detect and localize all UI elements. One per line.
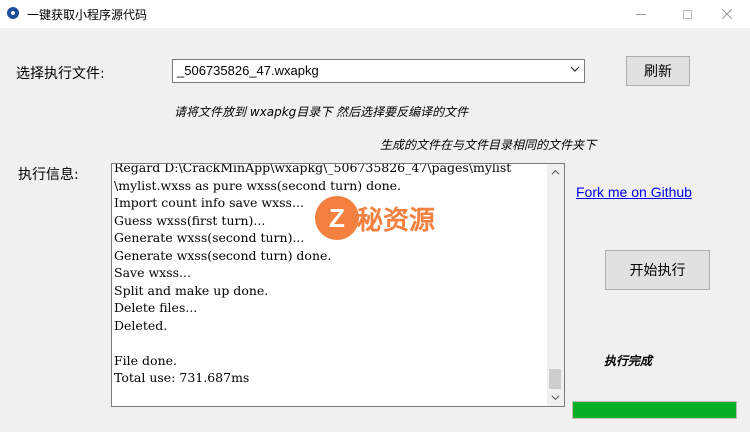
minimize-icon: [636, 13, 646, 15]
app-icon: [7, 7, 19, 19]
hint-instructions: 请将文件放到 wxapkg目录下 然后选择要反编译的文件: [174, 105, 469, 119]
log-scrollbar[interactable]: [547, 164, 564, 406]
minimize-button[interactable]: [618, 0, 664, 28]
progress-fill: [573, 402, 736, 418]
maximize-icon: [682, 9, 692, 19]
watermark-text: 秘资源: [357, 206, 436, 236]
file-select-dropdown[interactable]: _506735826_47.wxapkg: [172, 59, 585, 83]
refresh-button-label: 刷新: [644, 64, 672, 80]
file-select-value: _506735826_47.wxapkg: [177, 63, 319, 78]
window-title: 一键获取小程序源代码: [27, 8, 148, 22]
scroll-down-icon[interactable]: [551, 393, 560, 402]
refresh-button[interactable]: 刷新: [626, 56, 690, 86]
chevron-down-icon: [570, 66, 580, 72]
file-select-label: 选择执行文件:: [16, 66, 105, 82]
watermark-logo: Z: [315, 196, 359, 240]
log-label: 执行信息:: [18, 167, 79, 183]
progress-bar: [572, 401, 737, 419]
status-text: 执行完成: [604, 354, 653, 368]
start-button-label: 开始执行: [629, 263, 686, 279]
close-button[interactable]: [704, 0, 750, 28]
watermark: Z 秘资源: [315, 196, 465, 246]
title-bar: 一键获取小程序源代码: [0, 0, 750, 28]
scroll-up-icon[interactable]: [551, 168, 560, 177]
close-icon: [722, 9, 732, 19]
github-link[interactable]: Fork me on Github: [576, 184, 692, 200]
scrollbar-thumb[interactable]: [549, 369, 561, 389]
hint-output-location: 生成的文件在与文件目录相同的文件夹下: [380, 138, 597, 152]
start-button[interactable]: 开始执行: [605, 250, 710, 290]
